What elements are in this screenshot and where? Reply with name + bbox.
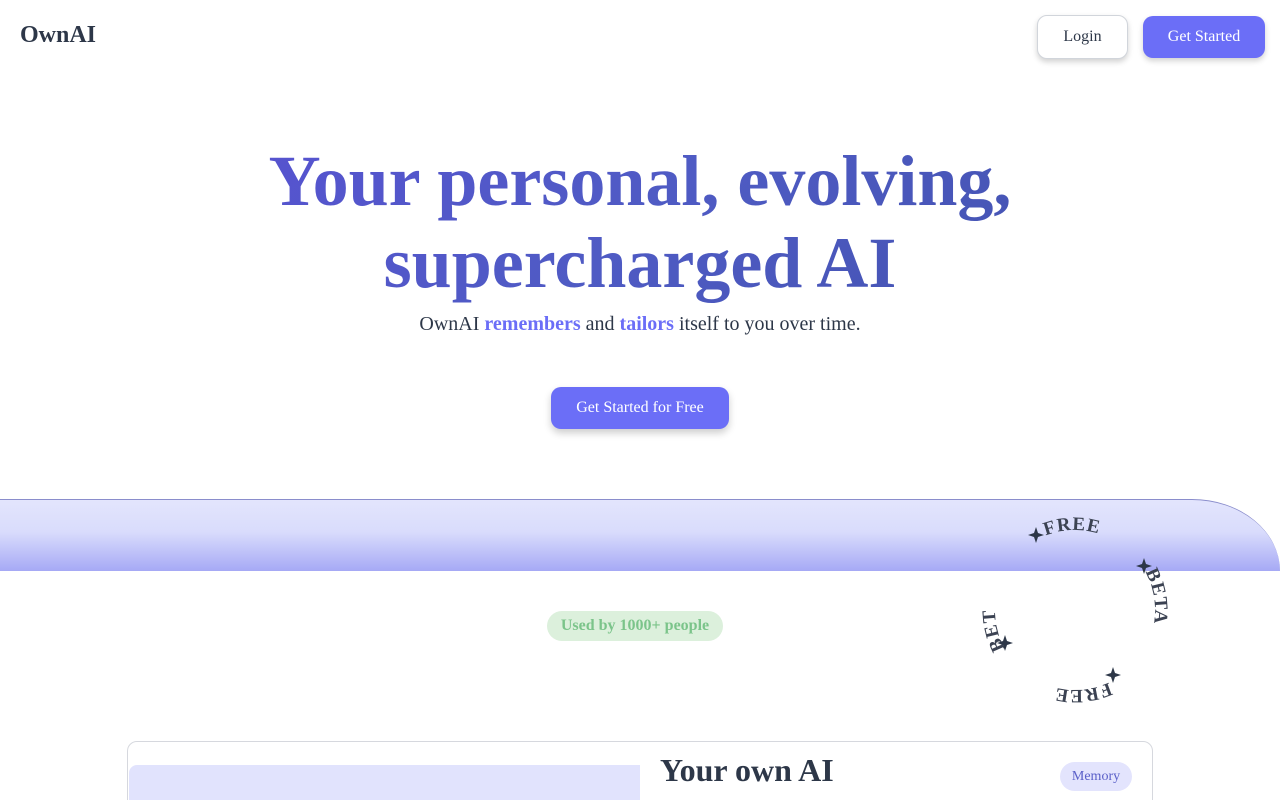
ring-word-1: FREE <box>1041 514 1103 540</box>
get-started-button[interactable]: Get Started <box>1143 16 1265 58</box>
hero-subtitle: OwnAI remembers and tailors itself to yo… <box>0 313 1280 336</box>
hero-title: Your personal, evolving, supercharged AI <box>0 140 1280 304</box>
ring-word-3: FREE <box>1053 678 1115 706</box>
social-proof-badge: Used by 1000+ people <box>547 611 723 641</box>
free-beta-stamp: FREE BETA FREE BETA <box>963 489 1180 715</box>
subtitle-prefix: OwnAI <box>419 313 485 335</box>
subtitle-accent-remembers: remembers <box>484 313 581 335</box>
free-beta-ring: FREE BETA FREE BETA <box>963 489 1171 706</box>
login-button[interactable]: Login <box>1037 15 1128 59</box>
subtitle-accent-tailors: tailors <box>619 313 674 335</box>
ring-text-3: FREE <box>1053 678 1115 706</box>
ring-word-4: BETA <box>963 489 1010 655</box>
ring-text-2: BETA <box>1141 565 1171 626</box>
feature-card-preview <box>129 765 640 800</box>
hero-title-line-1: Your personal, evolving, <box>268 141 1012 221</box>
ring-word-2: BETA <box>1141 565 1171 626</box>
hero-title-line-2: supercharged AI <box>383 223 897 303</box>
sparkle-star-icon <box>997 527 1152 683</box>
memory-badge: Memory <box>1060 762 1132 791</box>
logo[interactable]: OwnAI <box>20 22 96 49</box>
subtitle-middle: and <box>580 313 620 335</box>
get-started-free-button[interactable]: Get Started for Free <box>551 387 729 429</box>
ring-text-4: BETA <box>963 489 1010 655</box>
subtitle-suffix: itself to you over time. <box>673 313 861 335</box>
ring-text: FREE <box>1041 514 1103 540</box>
feature-card-title: Your own AI <box>660 752 834 788</box>
